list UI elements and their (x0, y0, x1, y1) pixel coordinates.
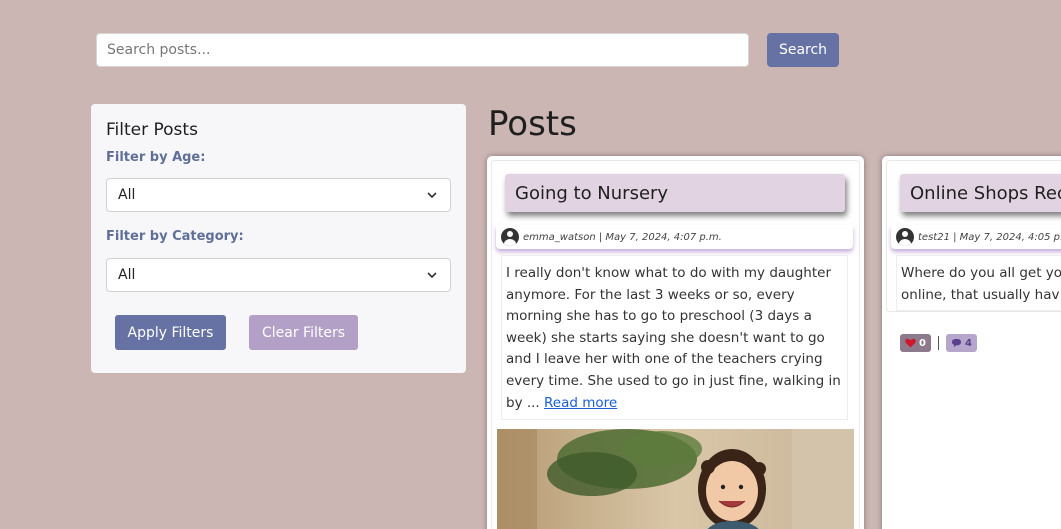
reactions-divider (937, 336, 939, 350)
chevron-down-icon (427, 272, 437, 279)
post-author: test21 (918, 231, 950, 243)
heart-icon (905, 338, 916, 348)
post-date: May 7, 2024, 4:07 p.m. (605, 231, 722, 243)
comment-icon (951, 338, 962, 348)
apply-filters-button[interactable]: Apply Filters (115, 315, 226, 350)
post-author: emma_watson (523, 231, 596, 243)
clear-filters-button[interactable]: Clear Filters (249, 315, 358, 350)
post-title[interactable]: Going to Nursery (505, 174, 845, 212)
child-photo-image (497, 429, 854, 529)
comment-count: 4 (964, 337, 972, 349)
post-date: May 7, 2024, 4:05 p.m. (959, 231, 1061, 243)
post-card[interactable]: Online Shops Rec test21 | May 7, 2024, 4… (882, 156, 1061, 529)
post-excerpt: Where do you all get yo online, that usu… (896, 255, 1061, 311)
post-excerpt: I really don't know what to do with my d… (501, 255, 848, 420)
post-image[interactable] (497, 429, 854, 529)
page-title: Posts (488, 104, 577, 144)
post-reactions: 0 4 (900, 334, 977, 352)
comments-button[interactable]: 4 (945, 334, 977, 352)
age-select-value: All (118, 187, 136, 203)
post-meta: test21 | May 7, 2024, 4:05 p.m. (891, 225, 1061, 249)
read-more-link[interactable]: Read more (544, 395, 617, 411)
filter-panel: Filter Posts Filter by Age: All Filter b… (91, 104, 466, 373)
category-select[interactable]: All (106, 258, 451, 292)
user-avatar-icon (501, 228, 519, 246)
like-count: 0 (919, 337, 926, 349)
user-avatar-icon (896, 228, 914, 246)
filter-age-label: Filter by Age: (106, 150, 206, 165)
category-select-value: All (118, 267, 136, 283)
age-select[interactable]: All (106, 178, 451, 212)
post-title[interactable]: Online Shops Rec (900, 174, 1061, 212)
meta-separator: | (949, 231, 960, 243)
filter-category-label: Filter by Category: (106, 229, 244, 244)
search-input[interactable] (96, 33, 749, 67)
post-excerpt-text: Where do you all get yo online, that usu… (901, 265, 1061, 303)
post-card[interactable]: Going to Nursery emma_watson | May 7, 20… (487, 156, 864, 529)
chevron-down-icon (427, 192, 437, 199)
meta-separator: | (595, 231, 606, 243)
post-meta: emma_watson | May 7, 2024, 4:07 p.m. (496, 225, 853, 249)
like-button[interactable]: 0 (900, 334, 931, 352)
search-button[interactable]: Search (767, 33, 839, 67)
post-excerpt-text: I really don't know what to do with my d… (506, 265, 841, 411)
filter-title: Filter Posts (106, 120, 198, 140)
